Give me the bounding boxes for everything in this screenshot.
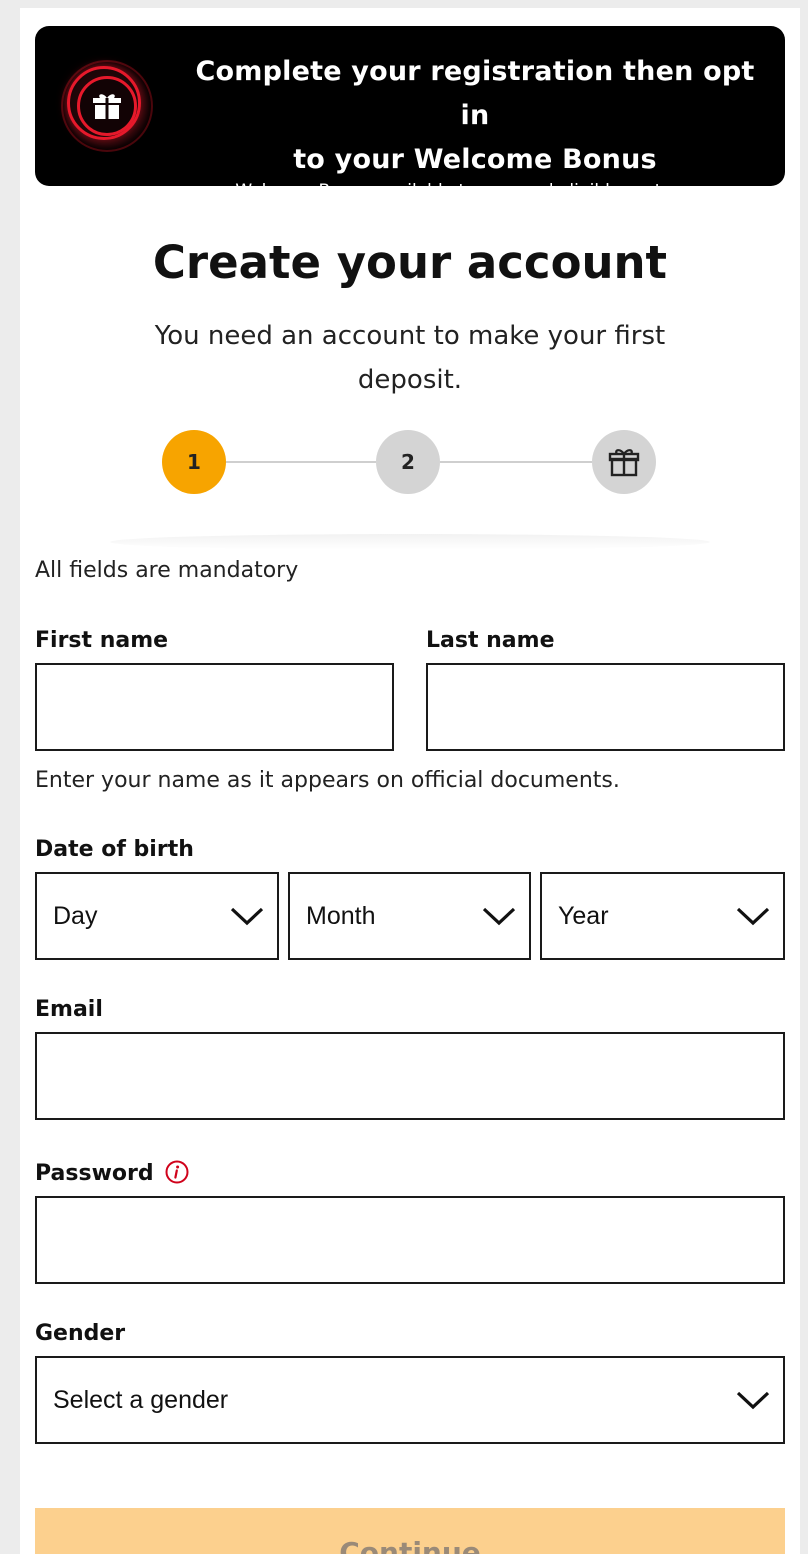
- last-name-label: Last name: [426, 628, 555, 653]
- info-icon[interactable]: [165, 1160, 189, 1184]
- progress-stepper: 1 2: [162, 428, 662, 498]
- email-field[interactable]: [35, 1032, 785, 1120]
- mandatory-note: All fields are mandatory: [35, 558, 299, 583]
- password-input[interactable]: [37, 1198, 783, 1282]
- dob-label: Date of birth: [35, 837, 194, 862]
- stepper-line-1: [226, 461, 376, 463]
- chevron-down-icon: [482, 907, 516, 926]
- dob-month-value: Month: [306, 901, 376, 930]
- registration-page: Complete your registration then opt in t…: [20, 8, 800, 1554]
- email-input[interactable]: [37, 1034, 783, 1118]
- dob-year-select[interactable]: Year: [540, 872, 785, 960]
- password-field[interactable]: [35, 1196, 785, 1284]
- dob-year-value: Year: [558, 901, 609, 930]
- banner-title-line2: to your Welcome Bonus: [293, 144, 657, 175]
- step-bonus: [592, 430, 656, 494]
- dob-day-value: Day: [53, 901, 98, 930]
- first-name-label: First name: [35, 628, 169, 653]
- gift-icon: [93, 94, 121, 119]
- dob-month-select[interactable]: Month: [288, 872, 531, 960]
- gift-icon: [608, 449, 640, 477]
- stepper-line-2: [440, 461, 592, 463]
- step-2: 2: [376, 430, 440, 494]
- dob-day-select[interactable]: Day: [35, 872, 279, 960]
- continue-label: Continue: [339, 1536, 481, 1554]
- password-label: Password: [35, 1161, 154, 1186]
- page-subtitle: You need an account to make your first d…: [154, 321, 666, 395]
- last-name-input[interactable]: [428, 665, 783, 749]
- divider: [110, 534, 710, 550]
- continue-button[interactable]: Continue: [35, 1508, 785, 1554]
- gift-badge: [61, 60, 153, 152]
- page-title: Create your account: [152, 236, 668, 289]
- last-name-field[interactable]: [426, 663, 785, 751]
- step-1: 1: [162, 430, 226, 494]
- chevron-down-icon: [736, 907, 770, 926]
- gender-value: Select a gender: [53, 1385, 229, 1414]
- gender-label: Gender: [35, 1321, 126, 1346]
- first-name-field[interactable]: [35, 663, 394, 751]
- banner-subtitle: Welcome Bonus available to new and eligi…: [235, 181, 715, 201]
- welcome-bonus-banner: Complete your registration then opt in t…: [35, 26, 785, 201]
- gender-select[interactable]: Select a gender: [35, 1356, 785, 1444]
- banner-title-line1: Complete your registration then opt in: [195, 56, 755, 131]
- chevron-down-icon: [736, 1391, 770, 1410]
- name-hint: Enter your name as it appears on officia…: [35, 768, 620, 793]
- email-label: Email: [35, 997, 103, 1022]
- first-name-input[interactable]: [37, 665, 392, 749]
- chevron-down-icon: [230, 907, 264, 926]
